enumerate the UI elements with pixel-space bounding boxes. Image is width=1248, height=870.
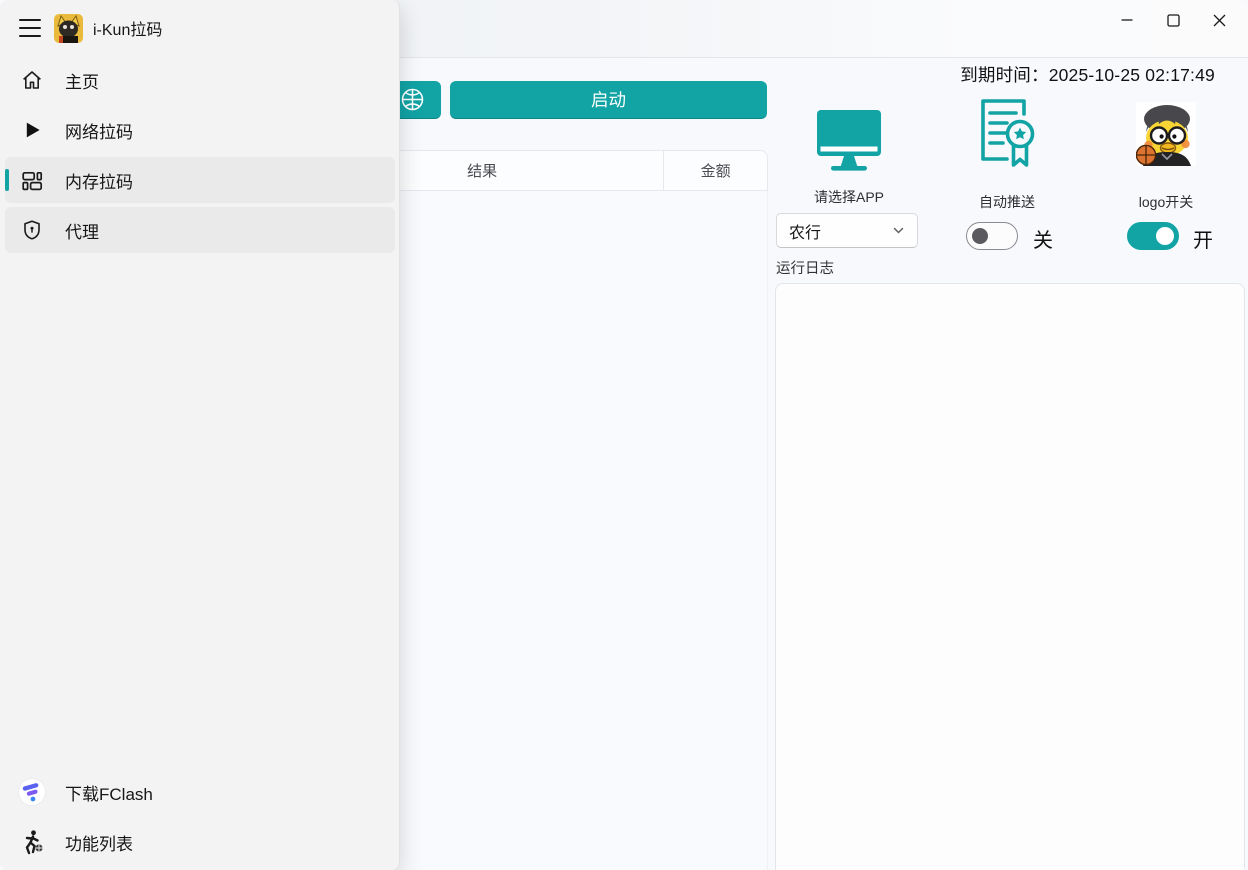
maximize-button[interactable] (1150, 0, 1196, 40)
app-select-value: 农行 (789, 219, 892, 243)
chevron-down-icon (892, 224, 905, 237)
app-window: 到期时间：2025-10-25 02:17:49 启动 结果 金额 请选择APP… (0, 0, 1248, 870)
fclash-icon (18, 778, 46, 806)
memory-grid-icon (20, 168, 44, 192)
toggle-knob (1156, 227, 1174, 245)
selection-indicator (5, 169, 9, 191)
run-log-label: 运行日志 (776, 257, 834, 278)
hamburger-menu-button[interactable] (9, 9, 51, 47)
sidebar-item-home[interactable]: 主页 (5, 57, 395, 103)
minimize-button[interactable] (1104, 0, 1150, 40)
app-select-dropdown[interactable]: 农行 (776, 213, 918, 248)
sidebar-item-feature-list[interactable]: 功能列表 (5, 819, 395, 865)
sidebar-header: i-Kun拉码 (0, 0, 399, 56)
shield-icon (20, 218, 44, 242)
maximize-icon (1167, 14, 1180, 27)
sidebar-item-download-fclash[interactable]: 下载FClash (5, 769, 395, 815)
close-button[interactable] (1196, 0, 1242, 40)
app-title: i-Kun拉码 (93, 16, 162, 40)
monitor-icon (814, 108, 884, 174)
close-icon (1213, 14, 1226, 27)
expiry-value: 2025-10-25 02:17:49 (1049, 65, 1215, 85)
basketball-player-icon (18, 828, 46, 856)
home-icon (20, 68, 44, 92)
expiry-label: 到期时间： (960, 65, 1049, 85)
sidebar-item-label: 内存拉码 (65, 168, 133, 193)
auto-push-toggle[interactable] (966, 222, 1018, 250)
toggle-knob (972, 228, 988, 244)
basketball-icon (399, 86, 426, 113)
logo-switch-toggle[interactable] (1127, 222, 1179, 250)
minimize-icon (1121, 14, 1133, 26)
ikun-avatar-image (1136, 102, 1196, 166)
sidebar-item-label: 代理 (65, 218, 99, 243)
logo-switch-caption: logo开关 (1116, 192, 1216, 212)
run-log-output[interactable] (775, 283, 1245, 870)
ikun-pikachu-app-icon (54, 14, 83, 43)
logo-switch-state-label: 开 (1193, 224, 1213, 253)
sidebar-item-label: 网络拉码 (65, 118, 133, 143)
certificate-icon (976, 96, 1038, 172)
auto-push-caption: 自动推送 (957, 192, 1057, 212)
sidebar-item-network[interactable]: 网络拉码 (5, 107, 395, 153)
start-button[interactable]: 启动 (450, 81, 767, 119)
sidebar-item-label: 主页 (65, 68, 99, 93)
sidebar-item-label: 下载FClash (65, 780, 153, 805)
auto-push-state-label: 关 (1033, 224, 1053, 253)
sidebar-item-label: 功能列表 (65, 830, 133, 855)
column-header-amount[interactable]: 金额 (663, 151, 767, 190)
hamburger-menu-icon (19, 19, 41, 21)
expiry-time: 到期时间：2025-10-25 02:17:49 (960, 62, 1215, 87)
app-select-caption: 请选择APP (796, 187, 902, 207)
play-icon (20, 118, 44, 142)
sidebar-item-memory[interactable]: 内存拉码 (5, 157, 395, 203)
caption-buttons (1104, 0, 1242, 40)
sidebar-item-proxy[interactable]: 代理 (5, 207, 395, 253)
navigation-drawer: i-Kun拉码 主页 网络拉码 (0, 0, 400, 870)
